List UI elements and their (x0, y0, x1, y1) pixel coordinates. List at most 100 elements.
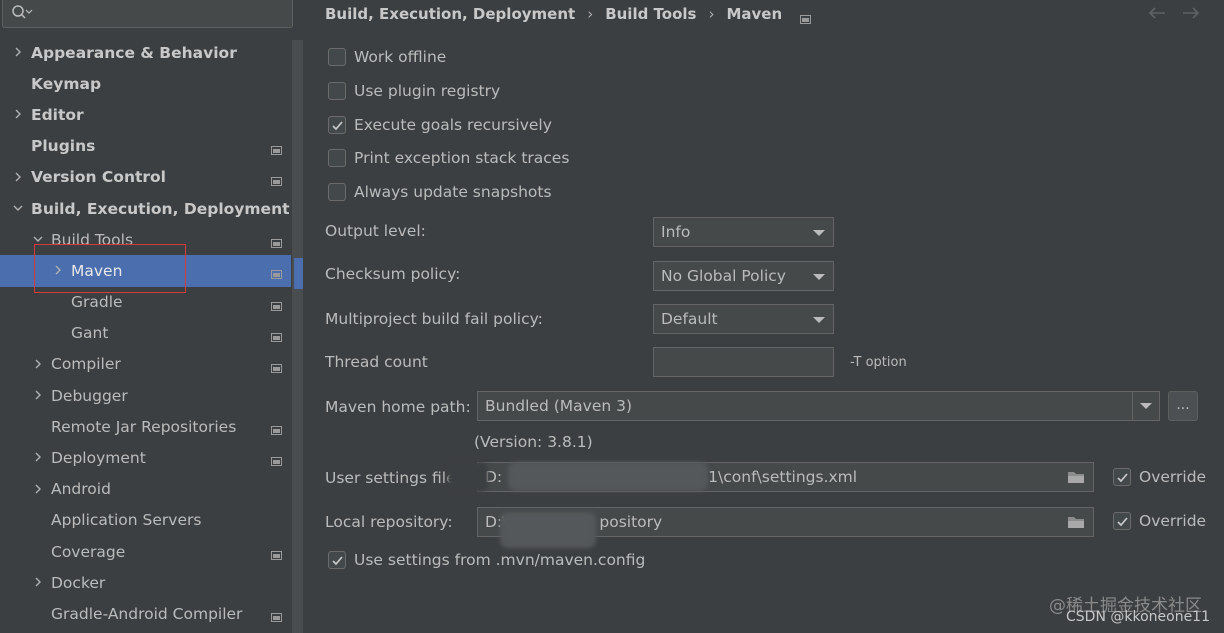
use-mvn-config-checkbox[interactable]: Use settings from .mvn/maven.config (328, 551, 645, 569)
checkbox-box[interactable] (328, 116, 346, 134)
sidebar-item-label: Gradle-Android Compiler (51, 604, 243, 623)
chevron-right-icon[interactable] (13, 172, 23, 182)
print-stack-traces-checkbox[interactable]: Print exception stack traces (328, 149, 569, 167)
sidebar-item-label: Build Tools (51, 230, 134, 249)
project-scope-icon (271, 546, 282, 560)
checkbox-box[interactable] (328, 48, 346, 66)
sidebar-item-label: Docker (51, 573, 106, 592)
output-level-select[interactable]: Info (653, 217, 834, 247)
sidebar-item-maven[interactable]: Maven (0, 255, 291, 287)
sidebar-item-label: Compiler (51, 355, 121, 374)
chevron-down-icon (813, 317, 825, 323)
maven-home-dropdown-button[interactable] (1132, 391, 1159, 421)
sidebar-item-label: Gradle (71, 293, 123, 312)
breadcrumb-maven: Maven (726, 5, 783, 23)
sidebar-item-debugger[interactable]: Debugger (0, 380, 291, 411)
project-scope-icon (271, 328, 282, 342)
redaction-smudge (448, 462, 488, 492)
forward-arrow-icon[interactable] (1180, 4, 1202, 22)
project-scope-icon (271, 421, 282, 436)
maven-version-text: (Version: 3.8.1) (474, 433, 593, 451)
local-repository-label: Local repository: (325, 513, 453, 531)
execute-recursively-checkbox[interactable]: Execute goals recursively (328, 116, 552, 134)
fail-policy-label: Multiproject build fail policy: (325, 310, 543, 328)
search-icon (11, 4, 33, 22)
chevron-right-icon[interactable] (53, 265, 63, 275)
chevron-right-icon[interactable] (33, 577, 43, 587)
thread-count-input[interactable] (653, 347, 834, 377)
sidebar-scrollbar[interactable] (292, 40, 303, 633)
sidebar-item-plugins[interactable]: Plugins (0, 131, 291, 162)
chevron-right-icon[interactable] (33, 452, 43, 462)
chevron-right-icon[interactable] (13, 47, 23, 57)
chevron-right-icon[interactable] (33, 359, 43, 369)
sidebar-item-label: Version Control (31, 168, 166, 187)
breadcrumb-build-tools[interactable]: Build Tools (605, 5, 696, 23)
user-settings-label: User settings file: (325, 469, 461, 487)
breadcrumb-build-execution[interactable]: Build, Execution, Deployment (325, 5, 575, 23)
sidebar-item-docker[interactable]: Docker (0, 567, 291, 598)
checkbox-label: Print exception stack traces (354, 149, 570, 167)
sidebar-item-coverage[interactable]: Coverage (0, 536, 291, 567)
sidebar-item-label: Gant (71, 324, 109, 343)
sidebar-item-android[interactable]: Android (0, 474, 291, 505)
checkbox-box[interactable] (328, 82, 346, 100)
checkbox-label: Use settings from .mvn/maven.config (354, 551, 646, 569)
breadcrumb-separator: › (587, 5, 594, 23)
checkbox-box[interactable] (328, 183, 346, 201)
sidebar-item-remote-jar-repositories[interactable]: Remote Jar Repositories (0, 411, 291, 442)
sidebar-scroll-thumb[interactable] (294, 258, 303, 289)
sidebar-item-appearance-behavior[interactable]: Appearance & Behavior (0, 37, 291, 68)
sidebar-item-build-tools[interactable]: Build Tools (0, 224, 291, 255)
use-plugin-registry-checkbox[interactable]: Use plugin registry (328, 82, 500, 100)
sidebar-item-gradle[interactable]: Gradle (0, 287, 291, 318)
work-offline-checkbox[interactable]: Work offline (328, 48, 446, 66)
redaction-smudge (500, 512, 596, 548)
checkbox-box[interactable] (1113, 468, 1131, 486)
sidebar-item-label: Keymap (31, 74, 102, 93)
maven-home-label: Maven home path: (325, 398, 471, 416)
fail-policy-select[interactable]: Default (653, 304, 834, 334)
sidebar-item-label: Editor (31, 105, 84, 124)
chevron-down-icon[interactable] (33, 234, 43, 244)
sidebar-item-deployment[interactable]: Deployment (0, 442, 291, 473)
checkbox-box[interactable] (1113, 512, 1131, 530)
sidebar-item-label: Coverage (51, 542, 126, 561)
chevron-down-icon[interactable] (13, 203, 23, 213)
history-navigation (1146, 4, 1202, 22)
project-scope-icon (271, 141, 282, 155)
checksum-policy-select[interactable]: No Global Policy (653, 261, 834, 291)
checkbox-box[interactable] (328, 551, 346, 569)
sidebar-item-keymap[interactable]: Keymap (0, 68, 291, 99)
breadcrumb: Build, Execution, Deployment › Build Too… (325, 4, 812, 24)
sidebar-item-gradle-android-compiler[interactable]: Gradle-Android Compiler (0, 598, 291, 629)
sidebar-item-label: Deployment (51, 449, 146, 468)
sidebar-item-version-control[interactable]: Version Control (0, 162, 291, 193)
chevron-right-icon[interactable] (33, 390, 43, 400)
search-field[interactable] (2, 0, 293, 28)
checkbox-label: Always update snapshots (354, 183, 552, 201)
output-level-label: Output level: (325, 222, 426, 240)
sidebar-item-label: Appearance & Behavior (31, 43, 237, 62)
update-snapshots-checkbox[interactable]: Always update snapshots (328, 183, 552, 201)
folder-icon[interactable] (1067, 515, 1085, 529)
maven-home-browse-button[interactable]: ... (1168, 391, 1198, 421)
checkbox-box[interactable] (328, 149, 346, 167)
checkbox-label: Execute goals recursively (354, 116, 552, 134)
maven-settings-panel: Build, Execution, Deployment › Build Too… (303, 0, 1224, 633)
back-arrow-icon[interactable] (1146, 4, 1168, 22)
sidebar-item-editor[interactable]: Editor (0, 99, 291, 130)
chevron-right-icon[interactable] (33, 484, 43, 494)
sidebar-item-application-servers[interactable]: Application Servers (0, 505, 291, 536)
sidebar-item-build-execution-deployment[interactable]: Build, Execution, Deployment (0, 193, 291, 224)
chevron-right-icon[interactable] (13, 109, 23, 119)
thread-count-label: Thread count (325, 353, 428, 371)
sidebar-item-gant[interactable]: Gant (0, 318, 291, 349)
folder-icon[interactable] (1067, 470, 1085, 484)
maven-home-select[interactable]: Bundled (Maven 3) (477, 391, 1160, 421)
user-settings-override-checkbox[interactable]: Override (1113, 468, 1206, 486)
sidebar-item-compiler[interactable]: Compiler (0, 349, 291, 380)
maven-home-value: Bundled (Maven 3) (485, 397, 633, 415)
local-repository-override-checkbox[interactable]: Override (1113, 512, 1206, 530)
local-repository-value-end: pository (599, 513, 663, 531)
